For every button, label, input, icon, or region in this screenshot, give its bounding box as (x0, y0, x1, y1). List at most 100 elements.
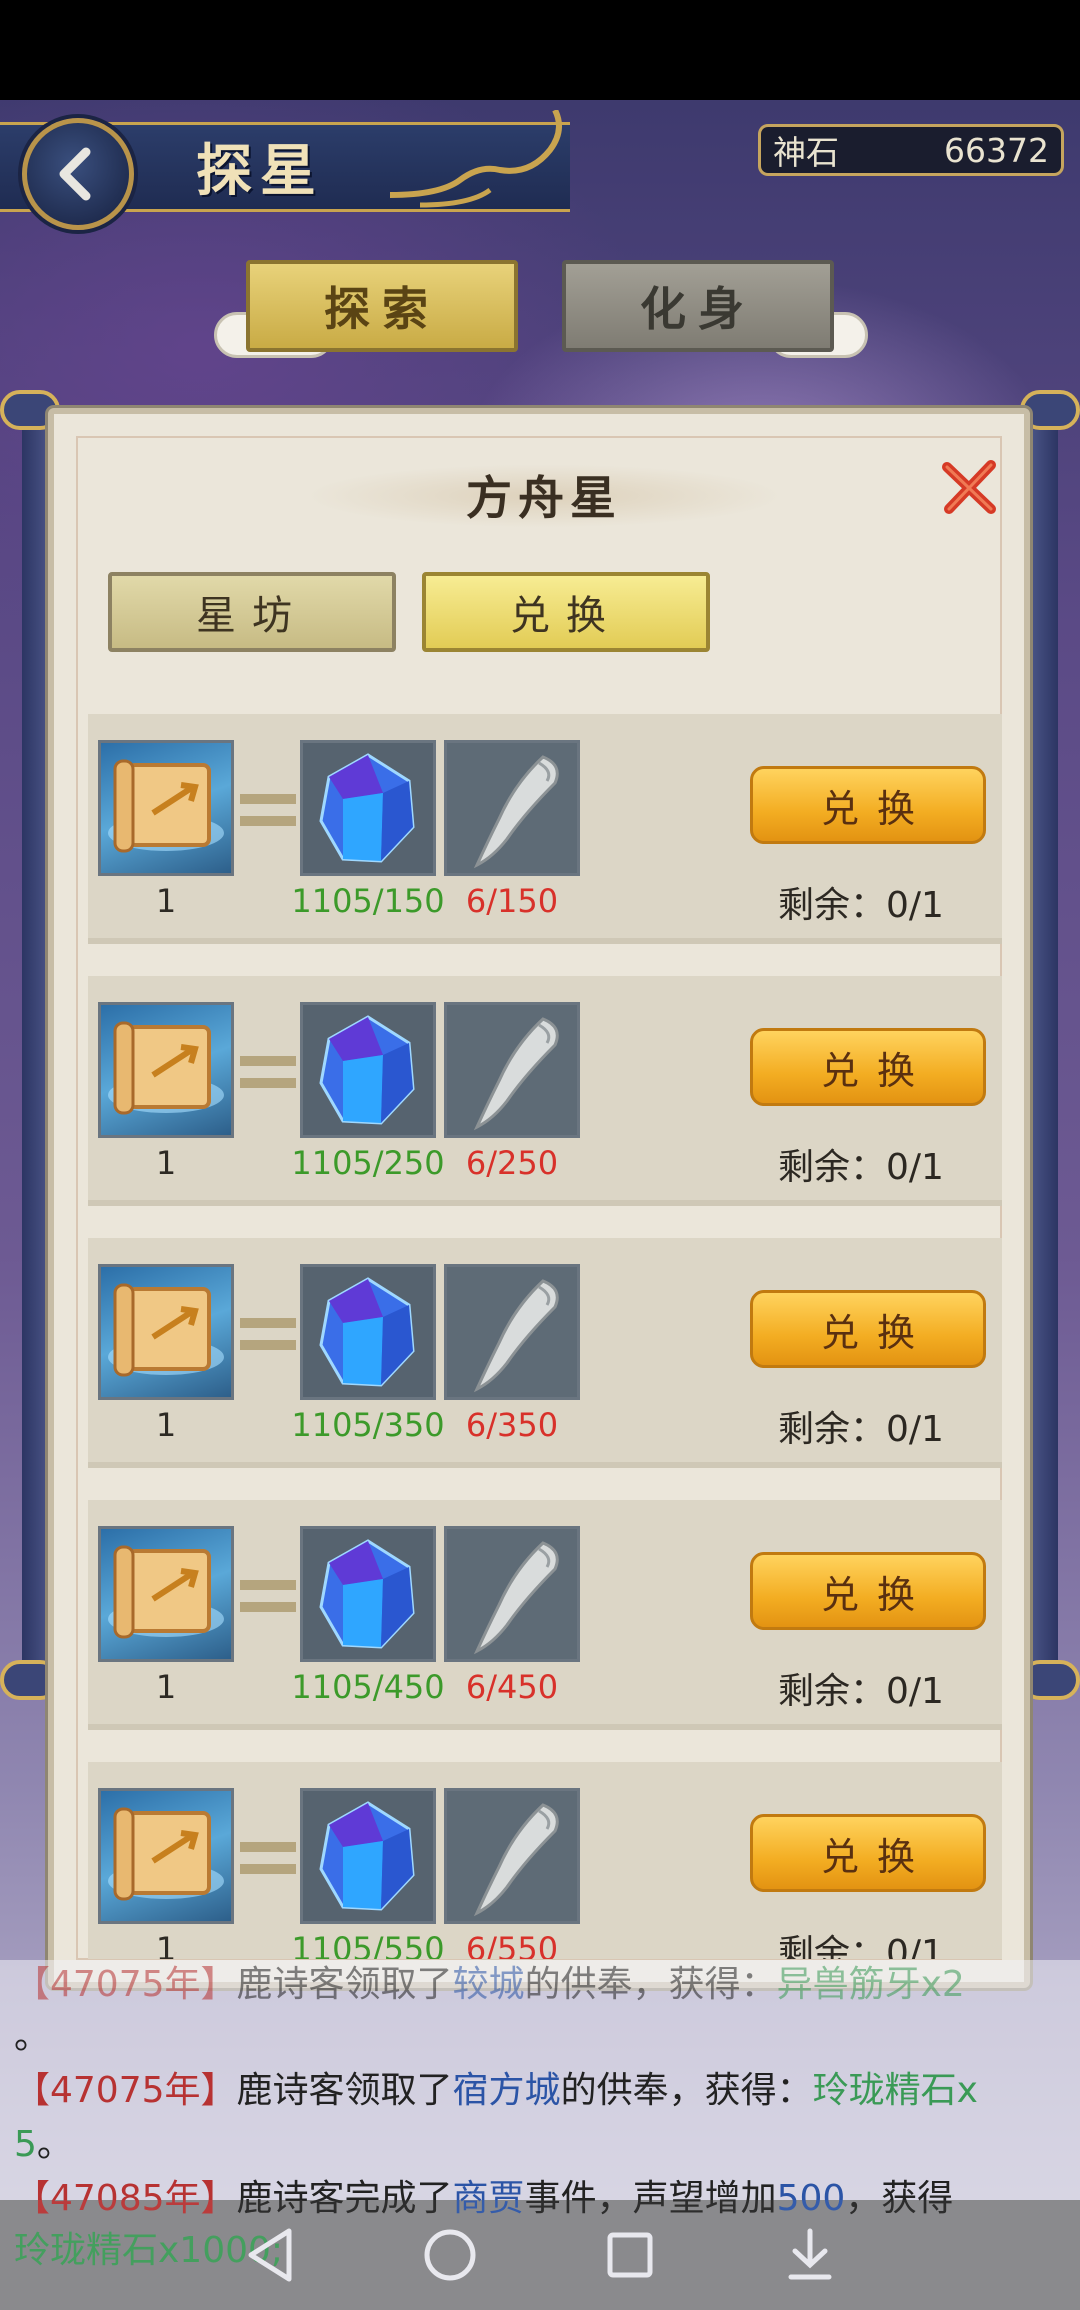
fang-quantity: 6/250 (465, 1144, 559, 1182)
frame-pillar-right (1028, 400, 1058, 1670)
close-button[interactable] (934, 452, 1004, 522)
fang-quantity: 6/550 (465, 1930, 559, 1959)
back-arrow-icon (59, 147, 91, 201)
exchange-button[interactable]: 兑换 (750, 1028, 986, 1106)
nav-recents-icon (607, 2232, 653, 2278)
tab-explore[interactable]: 探索 (246, 260, 518, 352)
log-text: 鹿诗客领取了 (236, 2070, 453, 2111)
scroll-item-slot[interactable] (98, 1264, 234, 1400)
log-text: 的供奉，获得： (524, 1964, 777, 2005)
scroll-quantity: 1 (155, 1930, 177, 1959)
log-year: 【47075年】 (14, 2070, 237, 2111)
log-reward: 异兽筋牙x2 (776, 1964, 965, 2005)
back-button[interactable] (22, 118, 134, 230)
fang-item-slot[interactable] (444, 1788, 580, 1924)
log-text: 。 (36, 2124, 73, 2165)
silver-fang-icon (473, 1541, 559, 1655)
gem-quantity: 1105/350 (291, 1406, 445, 1444)
scroll-item-slot[interactable] (98, 1002, 234, 1138)
remaining-count: 剩余：0/1 (778, 1147, 944, 1188)
gem-quantity: 1105/150 (291, 882, 445, 920)
log-reward: 5 (14, 2124, 37, 2165)
scroll-quantity: 1 (155, 882, 177, 920)
gem-item-slot[interactable] (300, 1002, 436, 1138)
system-nav-bar (0, 2200, 1080, 2310)
exchange-row: 1 1105/150 6/150 兑换 剩余：0/1 (88, 714, 1002, 944)
log-line: 【47075年】鹿诗客领取了较城的供奉，获得：异兽筋牙x2 (14, 1960, 965, 2010)
equals-icon (240, 794, 296, 828)
equals-icon (240, 1318, 296, 1352)
subtab-exchange[interactable]: 兑换 (422, 572, 710, 652)
currency-value: 66372 (944, 130, 1049, 170)
exchange-button[interactable]: 兑换 (750, 1290, 986, 1368)
log-place: 宿方城 (452, 2070, 561, 2111)
exchange-row: 1 1105/450 6/450 兑换 剩余：0/1 (88, 1500, 1002, 1730)
nav-notification-button[interactable] (770, 2215, 850, 2295)
gem-item-slot[interactable] (300, 1788, 436, 1924)
exchange-button[interactable]: 兑换 (750, 766, 986, 844)
log-place: 较城 (452, 1964, 525, 2005)
scroll-item-slot[interactable] (98, 740, 234, 876)
nav-pull-down-icon (788, 2228, 832, 2280)
status-bar (0, 0, 1080, 100)
scroll-item-icon (108, 1021, 224, 1115)
gem-item-slot[interactable] (300, 740, 436, 876)
modal-title: 方舟星 (466, 471, 622, 525)
equals-icon (240, 1580, 296, 1614)
scroll-quantity: 1 (155, 1406, 177, 1444)
tab-avatar[interactable]: 化身 (562, 260, 834, 352)
nav-back-button[interactable] (230, 2215, 310, 2295)
fang-item-slot[interactable] (444, 740, 580, 876)
currency-display: 神石 66372 (758, 124, 1064, 176)
currency-label: 神石 (773, 133, 839, 172)
blue-gem-icon (319, 1801, 415, 1911)
blue-gem-icon (319, 1015, 415, 1125)
nav-home-button[interactable] (410, 2215, 490, 2295)
log-line: 【47075年】鹿诗客领取了宿方城的供奉，获得：玲珑精石x (14, 2066, 978, 2116)
fang-quantity: 6/450 (465, 1668, 559, 1706)
scroll-item-slot[interactable] (98, 1788, 234, 1924)
equals-icon (240, 1842, 296, 1876)
nav-home-icon (424, 2229, 476, 2281)
fang-item-slot[interactable] (444, 1526, 580, 1662)
fang-quantity: 6/350 (465, 1406, 559, 1444)
exchange-row: 1 1105/250 6/250 兑换 剩余：0/1 (88, 976, 1002, 1206)
gem-quantity: 1105/250 (291, 1144, 445, 1182)
log-year: 【47075年】 (14, 1964, 237, 2005)
scroll-quantity: 1 (155, 1144, 177, 1182)
silver-fang-icon (473, 755, 559, 869)
page-title: 探星 (196, 138, 324, 204)
exchange-row: 1 1105/350 6/350 兑换 剩余：0/1 (88, 1238, 1002, 1468)
gem-quantity: 1105/450 (291, 1668, 445, 1706)
gem-item-slot[interactable] (300, 1526, 436, 1662)
fang-item-slot[interactable] (444, 1002, 580, 1138)
exchange-button[interactable]: 兑换 (750, 1552, 986, 1630)
scroll-item-icon (108, 1283, 224, 1377)
scroll-item-icon (108, 1807, 224, 1901)
log-text: 的供奉，获得： (560, 2070, 813, 2111)
close-x-icon (942, 460, 996, 514)
exchange-modal: 方舟星 星坊 兑换 1 1105/150 6/150 兑换 剩余：0/1 1 1… (48, 408, 1030, 1988)
remaining-count: 剩余：0/1 (778, 885, 944, 926)
fang-item-slot[interactable] (444, 1264, 580, 1400)
exchange-list[interactable]: 1 1105/150 6/150 兑换 剩余：0/1 1 1105/250 6/… (88, 714, 1002, 1959)
log-reward: 玲珑精石x (812, 2070, 978, 2111)
blue-gem-icon (319, 1277, 415, 1387)
log-line: 。 (14, 2016, 51, 2057)
log-text: 鹿诗客领取了 (236, 1964, 453, 2005)
scroll-item-slot[interactable] (98, 1526, 234, 1662)
silver-fang-icon (473, 1279, 559, 1393)
remaining-count: 剩余：0/1 (778, 1409, 944, 1450)
nav-back-icon (248, 2228, 292, 2282)
silver-fang-icon (473, 1017, 559, 1131)
scroll-item-icon (108, 1545, 224, 1639)
nav-recents-button[interactable] (590, 2215, 670, 2295)
scroll-quantity: 1 (155, 1668, 177, 1706)
gem-item-slot[interactable] (300, 1264, 436, 1400)
cloud-ornament-icon (389, 110, 562, 208)
equals-icon (240, 1056, 296, 1090)
gem-quantity: 1105/550 (291, 1930, 445, 1959)
subtab-star-workshop[interactable]: 星坊 (108, 572, 396, 652)
remaining-count: 剩余：0/1 (778, 1671, 944, 1712)
exchange-button[interactable]: 兑换 (750, 1814, 986, 1892)
